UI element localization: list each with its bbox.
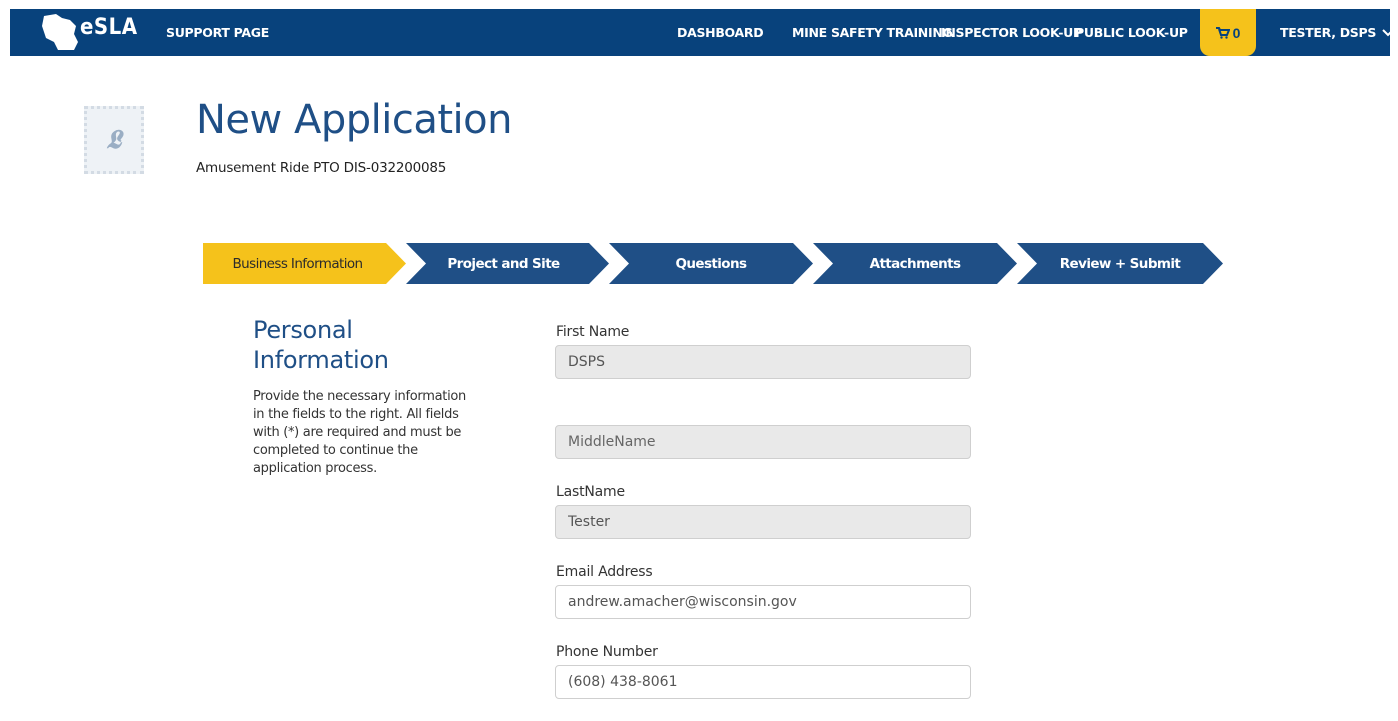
page-title: New Application bbox=[196, 97, 512, 143]
stamp-glyph: 𝕷 bbox=[106, 124, 122, 155]
license-stamp-logo: 𝕷 bbox=[84, 106, 144, 174]
top-navbar: eSLA SUPPORT PAGE DASHBOARD MINE SAFETY … bbox=[10, 9, 1394, 56]
nav-public-look-up[interactable]: PUBLIC LOOK-UP bbox=[1075, 25, 1188, 40]
section-description: Provide the necessary information in the… bbox=[253, 389, 466, 476]
support-page-link[interactable]: SUPPORT PAGE bbox=[166, 25, 269, 40]
last-name-label: LastName bbox=[556, 484, 625, 500]
step-label: Project and Site bbox=[447, 255, 560, 272]
cart-count: 0 bbox=[1232, 24, 1241, 41]
cart-button[interactable]: 0 bbox=[1200, 9, 1256, 56]
step-questions[interactable]: Questions bbox=[609, 243, 813, 284]
middle-name-field[interactable] bbox=[555, 425, 971, 459]
brand-name: eSLA bbox=[80, 15, 138, 40]
step-project-and-site[interactable]: Project and Site bbox=[406, 243, 609, 284]
first-name-field[interactable] bbox=[555, 345, 971, 379]
user-name: TESTER, DSPS bbox=[1280, 25, 1377, 40]
progress-steps: Business Information Project and Site Qu… bbox=[203, 243, 1223, 284]
nav-dashboard[interactable]: DASHBOARD bbox=[677, 25, 764, 40]
phone-field[interactable] bbox=[555, 665, 971, 699]
step-label: Questions bbox=[675, 255, 747, 272]
cart-icon bbox=[1215, 26, 1230, 39]
step-attachments[interactable]: Attachments bbox=[813, 243, 1017, 284]
nav-inspector-look-up[interactable]: INSPECTOR LOOK-UP bbox=[941, 25, 1082, 40]
user-menu[interactable]: TESTER, DSPS bbox=[1280, 25, 1394, 40]
nav-mine-safety-training[interactable]: MINE SAFETY TRAINING bbox=[792, 25, 953, 40]
step-business-information[interactable]: Business Information bbox=[203, 243, 406, 284]
email-label: Email Address bbox=[556, 564, 653, 580]
first-name-label: First Name bbox=[556, 324, 630, 340]
email-field[interactable] bbox=[555, 585, 971, 619]
phone-label: Phone Number bbox=[556, 644, 658, 660]
step-review-submit[interactable]: Review + Submit bbox=[1017, 243, 1223, 284]
wisconsin-map-icon bbox=[42, 14, 78, 50]
page-subtitle: Amusement Ride PTO DIS-032200085 bbox=[196, 160, 447, 176]
section-title: Personal Information bbox=[253, 316, 389, 374]
brand-logo[interactable]: eSLA bbox=[36, 12, 137, 52]
step-label: Business Information bbox=[232, 255, 364, 272]
last-name-field[interactable] bbox=[555, 505, 971, 539]
step-label: Review + Submit bbox=[1059, 255, 1181, 272]
chevron-down-icon bbox=[1382, 28, 1394, 36]
step-label: Attachments bbox=[869, 255, 961, 272]
